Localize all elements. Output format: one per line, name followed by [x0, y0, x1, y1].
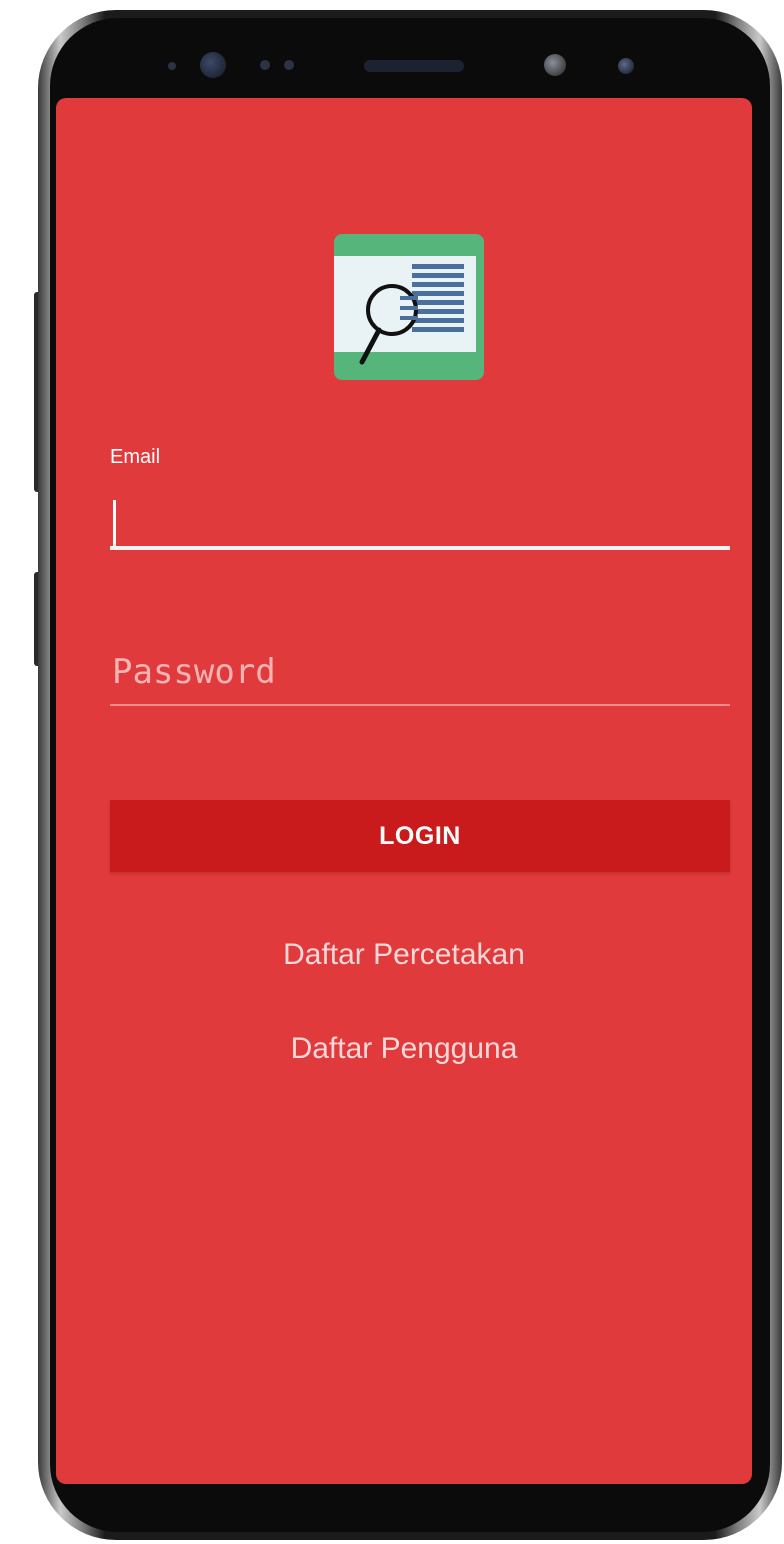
text-cursor [113, 500, 116, 546]
iris-camera [544, 54, 566, 76]
login-screen: Email LOGIN Daftar Percetakan Daftar Pen… [56, 98, 752, 1484]
front-camera [200, 52, 226, 78]
document-search-icon [334, 234, 484, 380]
earpiece-speaker [364, 60, 464, 72]
email-label: Email [110, 446, 161, 468]
sensor-dot [284, 60, 294, 70]
top-bezel [50, 18, 770, 98]
sensor-dot [260, 60, 270, 70]
register-user-link[interactable]: Daftar Pengguna [56, 1032, 752, 1066]
register-printing-link[interactable]: Daftar Percetakan [56, 938, 752, 972]
phone-frame: Email LOGIN Daftar Percetakan Daftar Pen… [38, 10, 782, 1540]
magnifier-icon [359, 284, 418, 365]
password-field[interactable] [110, 640, 730, 706]
iris-sensor [618, 58, 634, 74]
email-field[interactable] [110, 482, 730, 550]
proximity-sensor [168, 62, 176, 70]
phone-body: Email LOGIN Daftar Percetakan Daftar Pen… [50, 18, 770, 1532]
login-button[interactable]: LOGIN [110, 800, 730, 872]
